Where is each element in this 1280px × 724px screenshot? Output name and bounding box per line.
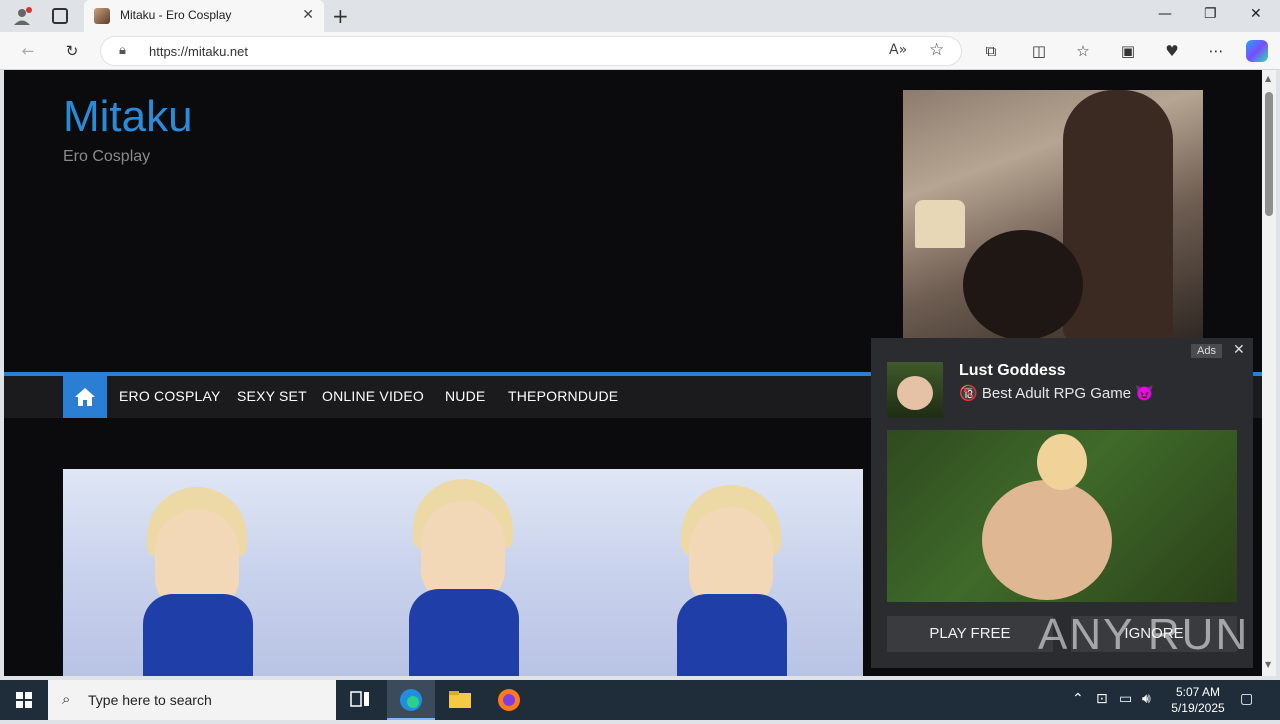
image-detail (689, 507, 773, 607)
ad-title[interactable]: Lust Goddess (959, 362, 1066, 380)
ad-close-icon[interactable]: ✕ (1233, 342, 1245, 358)
favorite-star-icon[interactable]: ☆ (929, 40, 944, 60)
ad-image-detail (982, 480, 1112, 600)
favorites-icon[interactable]: ☆ (1073, 41, 1093, 61)
nav-ero-cosplay[interactable]: ERO COSPLAY (119, 388, 221, 404)
taskbar: ⌕ Type here to search ⌃ ⊡ ▭ 🔊︎ 5:07 AM 5… (0, 680, 1280, 720)
back-icon[interactable]: ← (18, 41, 38, 61)
extensions-icon[interactable]: ⧉ (981, 41, 1001, 61)
image-panel (63, 469, 329, 676)
windows-icon (16, 692, 32, 708)
start-button[interactable] (0, 680, 48, 720)
site-title[interactable]: Mitaku (63, 92, 193, 142)
notifications-icon[interactable]: ▢ (1240, 691, 1253, 707)
toolbar: ← ↻ 🔒︎ https://mitaku.net A» ☆ ⧉ ◫ ☆ ▣ ♥… (0, 32, 1280, 70)
search-icon: ⌕ (62, 690, 71, 708)
ad-thumbnail-detail (897, 376, 933, 410)
taskbar-clock[interactable]: 5:07 AM 5/19/2025 (1160, 684, 1236, 716)
home-icon (75, 388, 95, 406)
lock-icon[interactable]: 🔒︎ (119, 43, 126, 58)
image-detail (677, 594, 787, 676)
scroll-thumb[interactable] (1265, 92, 1273, 216)
tab-title: Mitaku - Ero Cosplay (120, 8, 232, 22)
close-tab-icon[interactable]: ✕ (302, 7, 314, 23)
taskbar-search[interactable]: ⌕ Type here to search (48, 680, 336, 720)
ad-thumbnail[interactable] (887, 362, 943, 418)
edge-taskbar-icon[interactable] (387, 680, 435, 720)
tab-strip: Mitaku - Ero Cosplay ✕ + — ❐ ✕ (0, 0, 1280, 32)
banner-image-detail (915, 200, 965, 248)
anyrun-watermark: ANY RUN (1038, 610, 1250, 659)
new-tab-icon[interactable]: + (332, 4, 349, 28)
image-detail (143, 594, 253, 676)
page-scrollbar[interactable]: ▲ ▼ (1262, 70, 1276, 676)
split-screen-icon[interactable]: ◫ (1029, 41, 1049, 61)
banner-ad-video[interactable] (903, 90, 1203, 340)
close-window-icon[interactable]: ✕ (1250, 6, 1262, 22)
image-detail (409, 589, 519, 676)
clock-date: 5/19/2025 (1171, 701, 1225, 715)
site-subtitle: Ero Cosplay (63, 148, 151, 165)
refresh-icon[interactable]: ↻ (62, 41, 82, 61)
ad-image[interactable] (887, 430, 1237, 602)
search-placeholder[interactable]: Type here to search (88, 692, 212, 708)
nav-nude[interactable]: NUDE (445, 388, 485, 404)
ad-description-prefix: 🔞 (959, 385, 978, 402)
firefox-icon[interactable] (485, 680, 533, 720)
task-view-icon[interactable] (336, 680, 384, 720)
image-panel (597, 469, 863, 676)
profile-icon[interactable] (12, 6, 32, 26)
settings-more-icon[interactable]: ⋯ (1206, 41, 1226, 61)
scroll-up-icon[interactable]: ▲ (1265, 74, 1271, 83)
banner-image-detail (963, 230, 1083, 340)
ad-description-text: Best Adult RPG Game (981, 385, 1132, 402)
featured-post-image[interactable] (63, 469, 863, 676)
ad-description-suffix: 😈 (1135, 385, 1154, 402)
read-aloud-icon[interactable]: A» (889, 42, 907, 58)
home-button[interactable] (63, 376, 107, 418)
ad-image-detail (1037, 434, 1087, 490)
ad-description[interactable]: 🔞 Best Adult RPG Game 😈 (959, 384, 1154, 402)
scroll-down-icon[interactable]: ▼ (1265, 660, 1271, 669)
image-panel (331, 469, 597, 676)
minimize-icon[interactable]: — (1158, 6, 1172, 22)
image-detail (421, 501, 505, 601)
volume-icon[interactable]: 🔊︎ (1142, 691, 1151, 707)
collections-icon[interactable]: ▣ (1118, 41, 1138, 61)
nav-sexy-set[interactable]: SEXY SET (237, 388, 307, 404)
browser-essentials-icon[interactable]: ♥ (1162, 41, 1182, 61)
copilot-icon[interactable] (1246, 40, 1268, 62)
tab-active[interactable]: Mitaku - Ero Cosplay ✕ (84, 0, 324, 32)
network-icon[interactable]: ▭ (1119, 691, 1132, 707)
file-explorer-icon[interactable] (436, 680, 484, 720)
play-free-button[interactable]: PLAY FREE (887, 616, 1053, 652)
url-text[interactable]: https://mitaku.net (149, 44, 248, 59)
tray-overflow-icon[interactable]: ⌃ (1072, 691, 1084, 707)
site-favicon-icon (94, 8, 110, 24)
ads-badge: Ads (1191, 344, 1222, 358)
tab-actions-icon[interactable] (52, 8, 68, 24)
tray-app-icon[interactable]: ⊡ (1096, 691, 1108, 707)
restore-icon[interactable]: ❐ (1204, 6, 1217, 22)
clock-time: 5:07 AM (1175, 685, 1221, 699)
nav-theporndude[interactable]: THEPORNDUDE (508, 388, 618, 404)
address-bar[interactable]: 🔒︎ https://mitaku.net A» ☆ (100, 36, 962, 66)
nav-online-video[interactable]: ONLINE VIDEO (322, 388, 424, 404)
